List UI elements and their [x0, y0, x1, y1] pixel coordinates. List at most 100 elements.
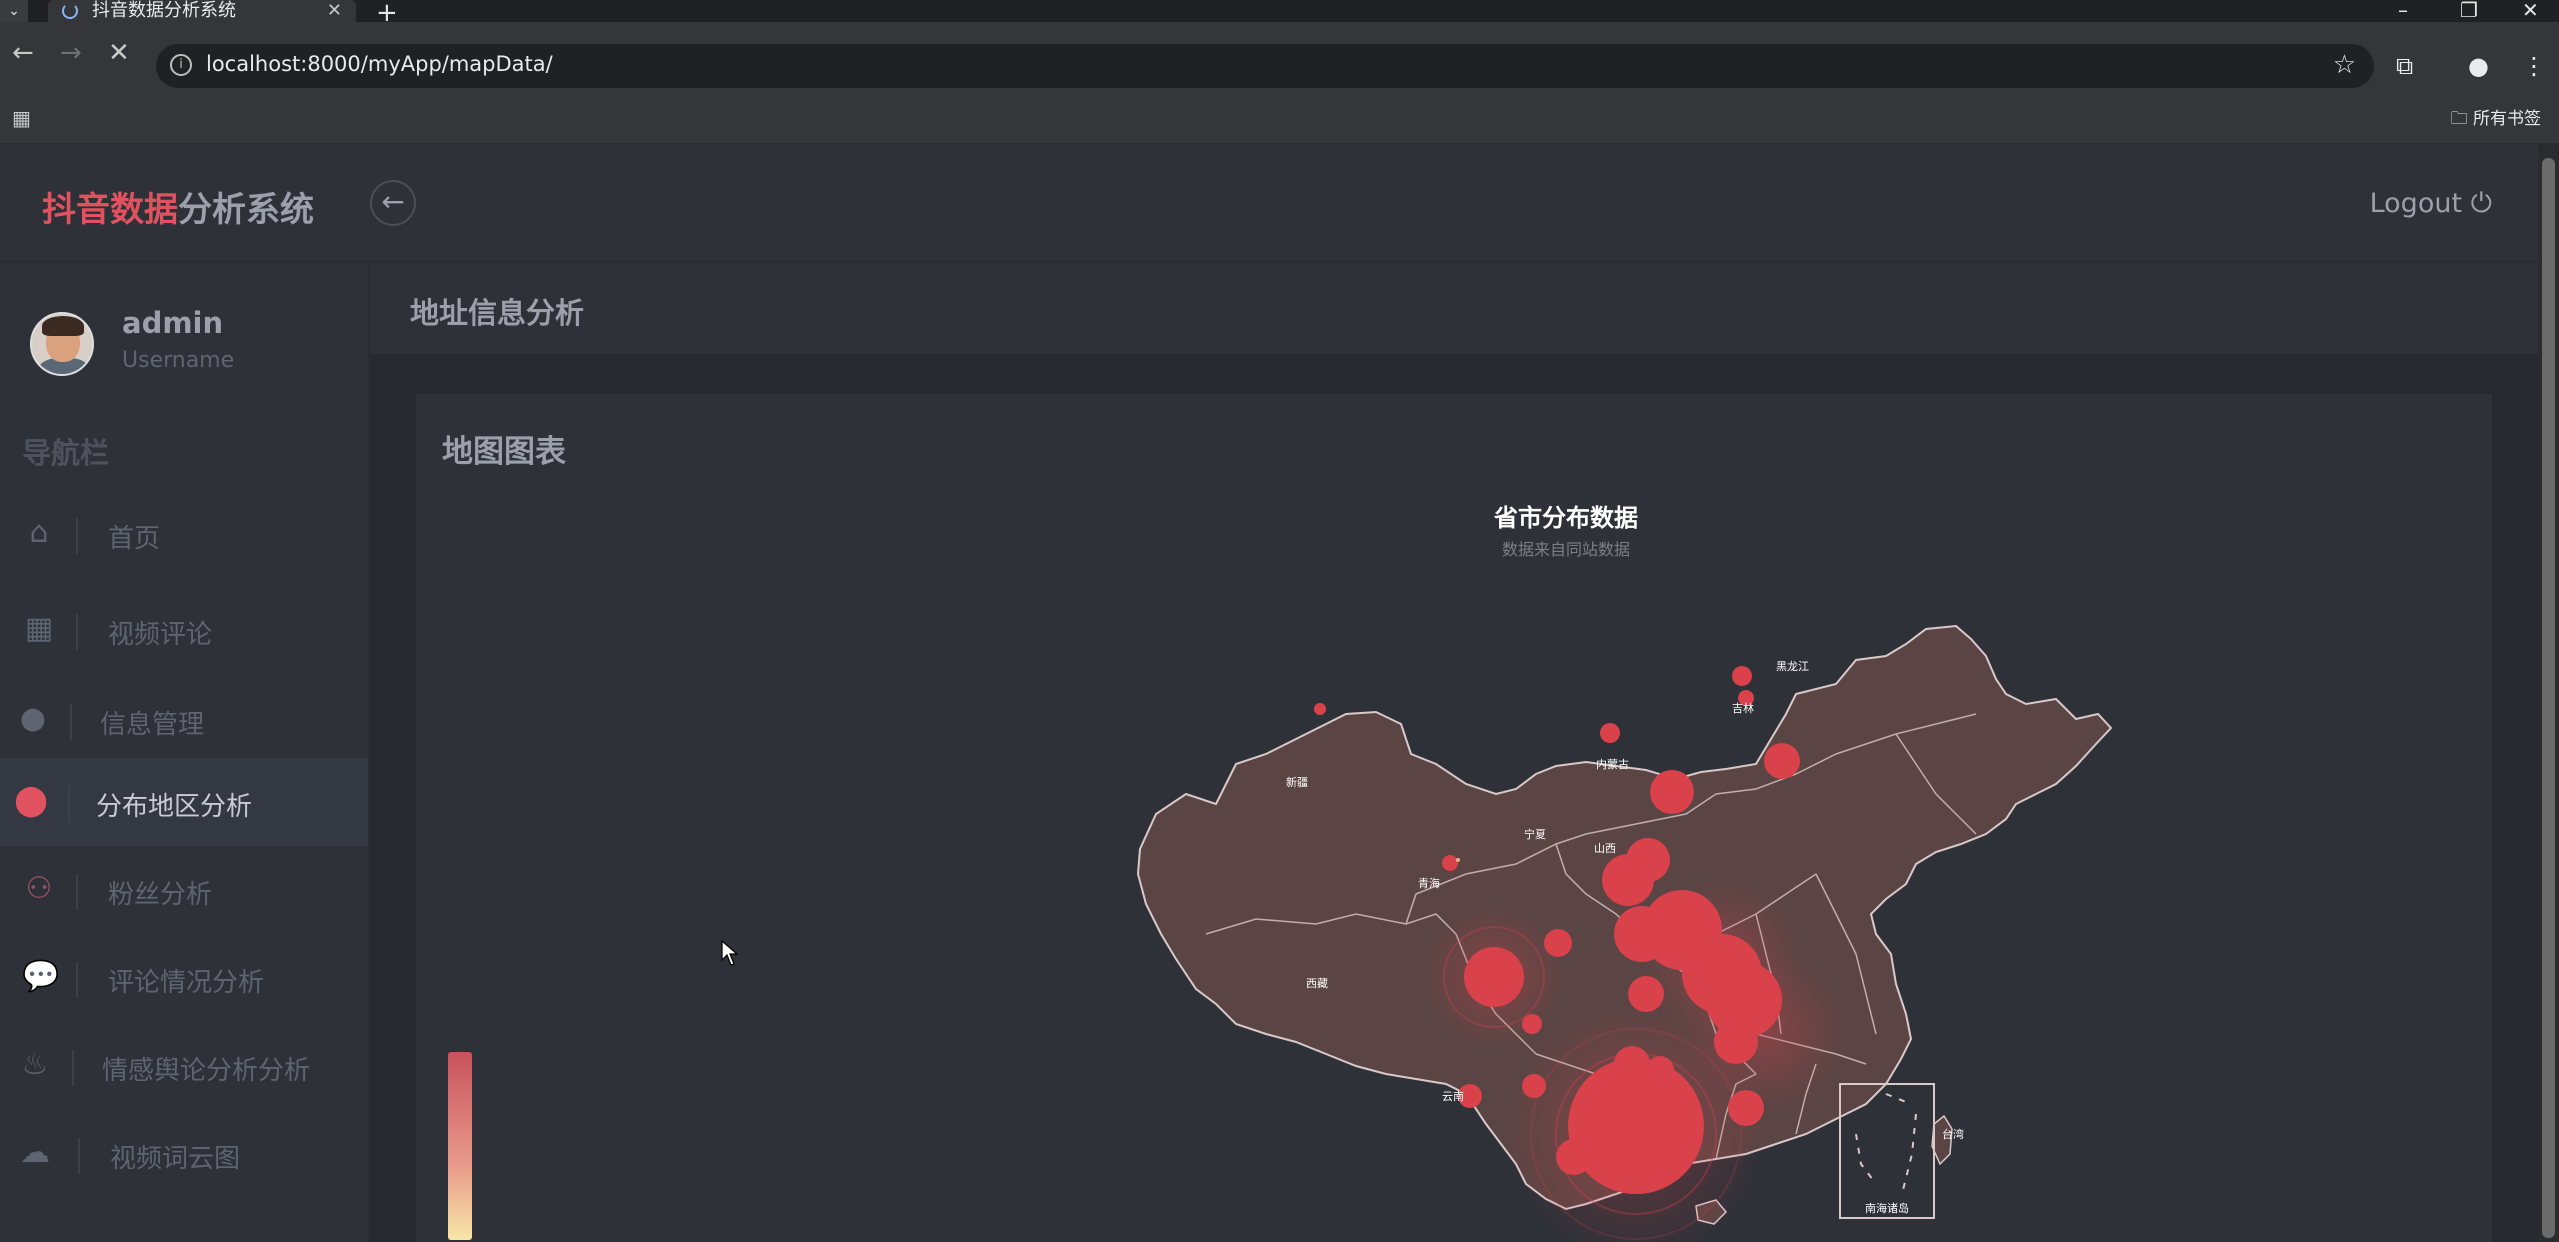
loading-spinner-icon: [62, 3, 78, 19]
profile-icon[interactable]: ●: [2468, 52, 2489, 80]
map-label-jilin: 吉林: [1732, 701, 1754, 715]
browser-toolbar: ← → ✕ i localhost:8000/myApp/mapData/ ☆ …: [0, 22, 2559, 88]
map-bubble[interactable]: [1714, 1020, 1758, 1064]
profile-name: admin: [122, 306, 224, 340]
sidebar-item-label: 视频词云图: [110, 1144, 241, 1174]
tab-close-icon[interactable]: ✕: [327, 0, 342, 22]
apps-grid-icon[interactable]: ▦: [12, 106, 31, 130]
sidebar-item-label: 分布地区分析: [96, 792, 253, 822]
extensions-icon[interactable]: ⧉: [2396, 52, 2413, 80]
sidebar-item-label: 情感舆论分析分析: [102, 1056, 311, 1086]
bookmarks-bar: ▦ 🗀 所有书签: [0, 88, 2559, 144]
sidebar: admin Username 导航栏 ⌂ 首页 ▦ 视频评论 ● 信息管理 ⬤ …: [0, 262, 368, 1242]
forward-arrow-icon[interactable]: →: [60, 38, 82, 68]
map-bubble[interactable]: [1442, 855, 1458, 871]
map-bubble[interactable]: [1614, 1046, 1650, 1082]
cloud-download-icon: ☁: [20, 1135, 50, 1170]
chart-subtitle: 数据来自同站数据: [1501, 540, 1630, 559]
map-bubble[interactable]: [1522, 1074, 1546, 1098]
map-bubble[interactable]: [1614, 906, 1670, 962]
map-label-shanxi: 山西: [1594, 842, 1616, 855]
stop-loading-icon[interactable]: ✕: [108, 38, 130, 68]
map-bubble[interactable]: [1522, 1014, 1542, 1034]
sidebar-item-wordcloud[interactable]: ☁ 视频词云图: [0, 1110, 368, 1198]
browser-tabbar: ⌄ 抖音数据分析系统 ✕ + – ❐ ✕: [0, 0, 2559, 28]
map-bubble[interactable]: [1728, 1090, 1764, 1126]
browser-menu-icon[interactable]: ⋮: [2522, 52, 2546, 80]
map-bubble[interactable]: [1650, 770, 1694, 814]
fire-icon: ♨: [21, 1047, 49, 1082]
browser-tab-title: 抖音数据分析系统: [92, 0, 236, 21]
home-icon: ⌂: [29, 515, 49, 550]
map-label-ningxia: 宁夏: [1524, 827, 1546, 841]
brand-grey-text: 分析系统: [178, 190, 314, 230]
browser-tab[interactable]: 抖音数据分析系统 ✕: [48, 0, 356, 22]
address-url[interactable]: localhost:8000/myApp/mapData/: [206, 52, 553, 76]
app-header: 抖音数据分析系统 ← Logout ⏻: [0, 144, 2538, 262]
restore-icon[interactable]: ❐: [2460, 0, 2478, 22]
page-title: 地址信息分析: [410, 296, 585, 330]
map-bubble[interactable]: [1732, 666, 1752, 686]
small-marker: [1456, 858, 1460, 862]
profile-role: Username: [122, 348, 235, 373]
minimize-icon[interactable]: –: [2398, 0, 2408, 22]
map-label-heilongjiang: 黑龙江: [1776, 660, 1809, 673]
map-card: 地图图表 南海诸岛 黑龙江 吉林 内蒙古 新疆 宁夏 青海 西藏 山西 台湾 云…: [416, 394, 2492, 1242]
nav-heading: 导航栏: [22, 436, 110, 470]
all-bookmarks-label: 所有书签: [2473, 109, 2541, 129]
map-bubble[interactable]: [1556, 1139, 1592, 1175]
map-pin-icon: ⬤: [14, 783, 48, 818]
nine-dash-line: [1855, 1093, 1917, 1195]
map-label-xinjiang: 新疆: [1286, 775, 1308, 789]
bookmark-star-icon[interactable]: ☆: [2333, 50, 2356, 80]
mouse-cursor-icon: [721, 940, 739, 966]
window-close-icon[interactable]: ✕: [2522, 0, 2539, 22]
grid-icon: ▦: [24, 611, 54, 646]
main-content: 地址信息分析 地图图表 南海诸岛 黑龙江 吉林 内蒙古 新疆 宁夏 青海 西藏 …: [370, 262, 2538, 1242]
page-header: 地址信息分析: [370, 262, 2538, 354]
sidebar-item-label: 信息管理: [100, 710, 205, 740]
sidebar-item-home[interactable]: ⌂ 首页: [0, 490, 368, 578]
chart-title: 省市分布数据: [1494, 504, 1638, 532]
brand-logo[interactable]: 抖音数据分析系统: [42, 182, 314, 231]
sidebar-item-label: 评论情况分析: [108, 968, 265, 998]
back-arrow-icon[interactable]: ←: [12, 38, 34, 68]
site-info-icon[interactable]: i: [170, 54, 192, 76]
sidebar-toggle-arrow-icon[interactable]: ←: [370, 180, 416, 226]
map-bubble[interactable]: [1314, 703, 1326, 715]
folder-icon: 🗀: [2450, 109, 2468, 129]
map-bubble[interactable]: [1544, 929, 1572, 957]
map-label-taiwan: 台湾: [1942, 1127, 1964, 1141]
sidebar-item-label: 粉丝分析: [108, 880, 213, 910]
sidebar-item-info-management[interactable]: ● 信息管理: [0, 676, 368, 764]
page-scrollbar[interactable]: [2538, 144, 2559, 1242]
sidebar-item-sentiment-analysis[interactable]: ♨ 情感舆论分析分析: [0, 1022, 368, 1110]
map-bubble[interactable]: [1764, 743, 1800, 779]
scrollbar-thumb[interactable]: [2542, 158, 2555, 1238]
map-bubble[interactable]: [1626, 838, 1670, 882]
logout-button[interactable]: Logout ⏻: [2370, 188, 2492, 220]
user-icon: ●: [19, 701, 47, 736]
map-bubble[interactable]: [1646, 1056, 1674, 1084]
address-bar[interactable]: i localhost:8000/myApp/mapData/ ☆: [156, 44, 2374, 88]
logout-label: Logout: [2369, 188, 2463, 219]
sidebar-item-fans-analysis[interactable]: ⚇ 粉丝分析: [0, 846, 368, 934]
users-icon: ⚇: [25, 871, 53, 906]
sidebar-item-comment-analysis[interactable]: 💬 评论情况分析: [0, 934, 368, 1022]
map-label-south-china-sea: 南海诸岛: [1865, 1201, 1909, 1215]
map-label-inner-mongolia: 内蒙古: [1596, 757, 1629, 771]
brand-red-text: 抖音数据: [42, 190, 178, 230]
sidebar-item-region-analysis[interactable]: ⬤ 分布地区分析: [0, 758, 368, 846]
tab-list-chevron-icon[interactable]: ⌄: [0, 0, 28, 22]
sidebar-item-video-comments[interactable]: ▦ 视频评论: [0, 586, 368, 674]
map-label-tibet: 西藏: [1306, 977, 1328, 990]
visualmap-gradient-bar[interactable]: [448, 1052, 472, 1240]
map-label-qinghai: 青海: [1418, 876, 1440, 890]
all-bookmarks-button[interactable]: 🗀 所有书签: [2451, 104, 2541, 135]
map-bubble[interactable]: [1600, 723, 1620, 743]
logout-power-icon: ⏻: [2470, 188, 2492, 219]
map-bubble[interactable]: [1628, 976, 1664, 1012]
map-bubble[interactable]: [1464, 947, 1524, 1007]
map-label-yunnan: 云南: [1442, 1090, 1464, 1103]
comment-icon: 💬: [22, 959, 60, 994]
